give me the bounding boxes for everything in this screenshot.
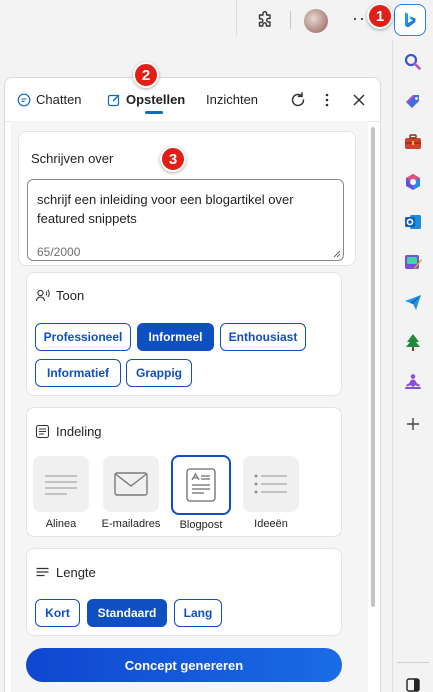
step-badge-2: 2: [133, 62, 159, 88]
character-counter: 65/2000: [37, 245, 81, 259]
tone-option-informal[interactable]: Informeel: [137, 323, 214, 351]
sidebar-rail: [392, 40, 433, 692]
profile-avatar[interactable]: [304, 9, 328, 33]
more-options-icon[interactable]: [323, 91, 331, 112]
write-about-title: Schrijven over: [31, 151, 114, 166]
scrollbar-thumb[interactable]: [371, 127, 375, 607]
outlook-icon[interactable]: [401, 210, 425, 234]
refresh-icon[interactable]: [289, 91, 307, 112]
add-icon[interactable]: [401, 412, 425, 436]
length-title: Lengte: [35, 565, 96, 580]
close-icon[interactable]: [351, 91, 367, 112]
resize-handle-icon[interactable]: [333, 250, 341, 258]
tag-icon[interactable]: [401, 90, 425, 114]
active-tab-indicator: [145, 111, 163, 114]
toolbar-divider: [236, 0, 237, 36]
length-option-long[interactable]: Lang: [174, 599, 222, 627]
format-option-label: Alinea: [45, 518, 77, 530]
extensions-puzzle-icon[interactable]: [256, 10, 276, 30]
step-badge-1: 1: [367, 3, 393, 29]
tab-chat[interactable]: Chatten: [17, 92, 82, 107]
format-icon: [35, 424, 50, 439]
format-option-paragraph[interactable]: Alinea: [33, 456, 89, 530]
tone-title: Toon: [35, 288, 84, 303]
length-option-short[interactable]: Kort: [35, 599, 80, 627]
send-icon[interactable]: [401, 290, 425, 314]
rail-divider: [397, 662, 429, 663]
length-title-label: Lengte: [56, 565, 96, 580]
tone-card: Toon Professioneel Informeel Enthousiast…: [26, 272, 342, 396]
tone-option-professional[interactable]: Professioneel: [35, 323, 131, 351]
step-badge-3: 3: [160, 146, 186, 172]
tone-title-label: Toon: [56, 288, 85, 303]
envelope-icon: [103, 456, 159, 512]
panel-tabs: Chatten Opstellen Inzichten: [5, 78, 380, 122]
tab-chat-label: Chatten: [36, 92, 82, 107]
format-option-email[interactable]: E-mailadres: [102, 456, 160, 530]
copilot-b-icon: [405, 12, 416, 28]
length-option-standard[interactable]: Standaard: [87, 599, 167, 627]
tone-option-enthusiastic[interactable]: Enthousiast: [220, 323, 306, 351]
blogpost-icon: [171, 455, 231, 515]
toolbar-divider: [290, 11, 291, 29]
toolbox-icon[interactable]: [401, 130, 425, 154]
write-about-card: Schrijven over schrijf een inleiding voo…: [18, 131, 356, 266]
designer-icon[interactable]: [401, 250, 425, 274]
list-icon: [243, 456, 299, 512]
paragraph-icon: [33, 456, 89, 512]
write-about-text: schrijf een inleiding voor een blogartik…: [37, 192, 294, 226]
microsoft365-icon[interactable]: [401, 170, 425, 194]
tone-option-funny[interactable]: Grappig: [126, 359, 192, 387]
write-about-input[interactable]: schrijf een inleiding voor een blogartik…: [27, 179, 344, 261]
chat-icon: [17, 93, 31, 106]
tab-compose-label: Opstellen: [126, 92, 186, 107]
tone-icon: [35, 289, 50, 302]
copilot-button[interactable]: [394, 4, 426, 36]
meditation-icon[interactable]: [401, 370, 425, 394]
generate-draft-button[interactable]: Concept genereren: [26, 648, 342, 682]
sidebar-toggle-icon[interactable]: [401, 673, 425, 692]
format-card: Indeling Alinea E-mailadres Blogpost Ide…: [26, 407, 342, 537]
format-title: Indeling: [35, 424, 102, 439]
length-icon: [36, 567, 49, 577]
tone-option-informative[interactable]: Informatief: [35, 359, 121, 387]
format-title-label: Indeling: [56, 424, 102, 439]
length-card: Lengte Kort Standaard Lang: [26, 548, 342, 636]
tab-insights-label: Inzichten: [206, 92, 259, 107]
format-option-label: Ideeën: [254, 518, 288, 530]
tab-compose[interactable]: Opstellen: [107, 92, 185, 107]
compose-icon: [107, 94, 120, 106]
format-option-ideas[interactable]: Ideeën: [243, 456, 299, 530]
format-option-blogpost[interactable]: Blogpost: [171, 455, 231, 531]
format-option-label: E-mailadres: [101, 518, 161, 530]
search-icon[interactable]: [401, 50, 425, 74]
tree-icon[interactable]: [401, 330, 425, 354]
tab-insights[interactable]: Inzichten: [206, 92, 258, 107]
format-option-label: Blogpost: [179, 519, 223, 531]
